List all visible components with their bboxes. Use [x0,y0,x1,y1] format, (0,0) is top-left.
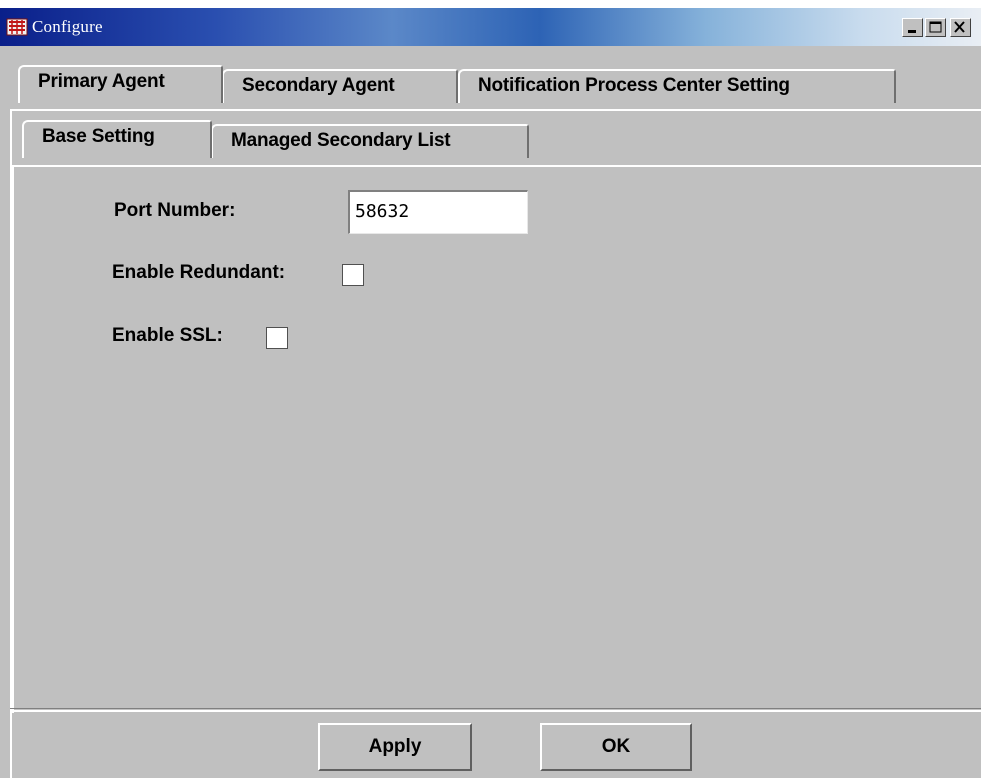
window-title: Configure [32,17,103,36]
enable-ssl-checkbox[interactable] [266,327,288,349]
tab-label: Secondary Agent [242,75,395,96]
port-number-label: Port Number: [114,200,236,221]
tab-primary-agent[interactable]: Primary Agent [18,65,223,103]
maximize-button[interactable] [925,18,946,37]
title-bar[interactable]: Configure [0,8,981,46]
tab-base-setting[interactable]: Base Setting [22,120,212,158]
enable-ssl-label: Enable SSL: [112,325,223,346]
apply-button[interactable]: Apply [318,723,472,771]
close-button[interactable] [950,18,971,37]
base-setting-panel [12,165,981,713]
app-logo-icon[interactable] [6,17,28,37]
ok-button[interactable]: OK [540,723,692,771]
minimize-icon [908,30,916,33]
maximize-icon [929,21,942,33]
tab-label: Primary Agent [38,71,165,92]
tab-label: Base Setting [42,126,155,147]
tab-notification-process-center-setting[interactable]: Notification Process Center Setting [458,69,896,103]
tab-label: Managed Secondary List [231,130,451,151]
button-bar [10,710,981,778]
tab-managed-secondary-list[interactable]: Managed Secondary List [211,124,529,158]
tab-secondary-agent[interactable]: Secondary Agent [222,69,458,103]
port-number-input[interactable]: 58632 [348,190,528,234]
enable-redundant-checkbox[interactable] [342,264,364,286]
divider [10,708,981,709]
tab-label: Notification Process Center Setting [478,75,790,96]
minimize-button[interactable] [902,18,923,37]
configure-window: Configure Primary Agent Secondary Agent [0,8,981,778]
enable-redundant-label: Enable Redundant: [112,262,286,283]
close-icon [954,21,965,33]
